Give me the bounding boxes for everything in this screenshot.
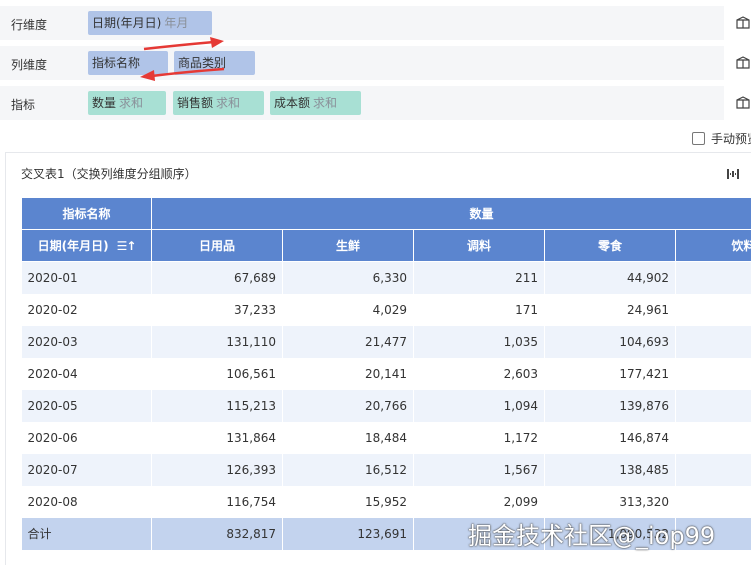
header-category-snacks: 零食 (544, 229, 676, 262)
crosstab-table-wrapper: 指标名称 数量 日期(年月日)☰↑ 日用品 生鲜 调料 零食 饮料 2020-0… (21, 197, 751, 550)
value-cell: 131,864 (151, 421, 283, 454)
metrics-bar: 指标 数量 求和 销售额 求和 成本额 求和 (0, 86, 751, 120)
value-cell: 1,094 (413, 389, 545, 422)
value-cell: 16,512 (282, 453, 414, 486)
row-date-cell: 2020-01 (21, 261, 152, 294)
header-corner-metric-name: 指标名称 (21, 197, 152, 230)
dimension-settings-icon[interactable] (736, 16, 750, 30)
table-row: 2020-08 116,754 15,952 2,099 313,320 (21, 485, 751, 518)
value-cell: 20,141 (282, 357, 414, 390)
metric-field-quantity[interactable]: 数量 求和 (88, 91, 166, 115)
value-cell: 115,213 (151, 389, 283, 422)
value-cell: 2,603 (413, 357, 545, 390)
value-cell: 1,567 (413, 453, 545, 486)
table-body: 2020-01 67,689 6,330 211 44,902 2020-02 37,233… (21, 261, 751, 550)
total-value-cell: 832,817 (151, 517, 283, 550)
row-date-cell: 2020-06 (21, 421, 152, 454)
value-cell: 20,766 (282, 389, 414, 422)
value-cell: 126,393 (151, 453, 283, 486)
header-category-daily: 日用品 (151, 229, 283, 262)
value-cell: 131,110 (151, 325, 283, 358)
value-cell: 67,689 (151, 261, 283, 294)
value-cell: 139,876 (544, 389, 676, 422)
row-date-cell: 2020-08 (21, 485, 152, 518)
checkbox-icon[interactable] (692, 132, 705, 145)
crosstab-table: 指标名称 数量 日期(年月日)☰↑ 日用品 生鲜 调料 零食 饮料 2020-0… (21, 197, 751, 550)
table-row: 2020-04 106,561 20,141 2,603 177,421 (21, 357, 751, 390)
column-settings-icon[interactable] (726, 167, 740, 181)
column-dimension-label: 列维度 (11, 58, 48, 72)
row-date-cell: 2020-05 (21, 389, 152, 422)
total-value-cell: 123,691 (282, 517, 414, 550)
table-row: 2020-03 131,110 21,477 1,035 104,693 (21, 325, 751, 358)
table-row: 2020-07 126,393 16,512 1,567 138,485 (21, 453, 751, 486)
sort-icon[interactable]: ☰↑ (117, 239, 137, 253)
value-cell: 2,099 (413, 485, 545, 518)
value-cell: 21,477 (282, 325, 414, 358)
value-cell: 1,172 (413, 421, 545, 454)
table-row: 2020-01 67,689 6,330 211 44,902 (21, 261, 751, 294)
value-cell: 104,693 (544, 325, 676, 358)
table-row: 2020-06 131,864 18,484 1,172 146,874 (21, 421, 751, 454)
row-date-cell: 2020-03 (21, 325, 152, 358)
value-cell: 171 (413, 293, 545, 326)
value-cell: 4,029 (282, 293, 414, 326)
value-cell: 106,561 (151, 357, 283, 390)
table-row: 2020-02 37,233 4,029 171 24,961 (21, 293, 751, 326)
value-cell (675, 357, 751, 390)
annotation-arrow-right-icon (143, 37, 224, 51)
row-dimension-bar: 行维度 日期(年月日) 年月 (0, 6, 751, 40)
total-label: 合计 (21, 517, 152, 550)
value-cell: 37,233 (151, 293, 283, 326)
panel-title: 交叉表1（交换列维度分组顺序） (21, 167, 197, 181)
value-cell: 116,754 (151, 485, 283, 518)
header-category-fresh: 生鲜 (282, 229, 414, 262)
value-cell: 146,874 (544, 421, 676, 454)
value-cell: 138,485 (544, 453, 676, 486)
annotation-arrow-left-icon (140, 67, 225, 81)
row-date-cell: 2020-07 (21, 453, 152, 486)
value-cell (675, 293, 751, 326)
value-cell (675, 325, 751, 358)
value-cell: 18,484 (282, 421, 414, 454)
manual-preview-toggle[interactable]: 手动预览 (692, 130, 751, 147)
header-category-drinks: 饮料 (674, 229, 751, 262)
row-dimension-label: 行维度 (11, 18, 48, 32)
value-cell: 44,902 (544, 261, 676, 294)
value-cell (675, 389, 751, 422)
value-cell (675, 453, 751, 486)
value-cell: 15,952 (282, 485, 414, 518)
value-cell: 24,961 (544, 293, 676, 326)
value-cell: 177,421 (544, 357, 676, 390)
value-cell: 1,035 (413, 325, 545, 358)
value-cell (675, 421, 751, 454)
dimension-settings-icon[interactable] (736, 96, 750, 110)
header-group-quantity: 数量 (150, 197, 751, 230)
table-row: 2020-05 115,213 20,766 1,094 139,876 (21, 389, 751, 422)
row-date-cell: 2020-02 (21, 293, 152, 326)
crosstab-panel: 交叉表1（交换列维度分组顺序） 指标名称 数量 日期(年月日) ☰↑ 日用品 生… (5, 152, 751, 565)
metrics-label: 指标 (11, 98, 36, 112)
header-category-seasoning: 调料 (413, 229, 545, 262)
row-date-cell: 2020-04 (21, 357, 152, 390)
value-cell: 6,330 (282, 261, 414, 294)
row-field-date[interactable]: 日期(年月日) 年月 (88, 11, 212, 35)
value-cell (675, 485, 751, 518)
metric-field-sales[interactable]: 销售额 求和 (173, 91, 264, 115)
value-cell: 211 (413, 261, 545, 294)
value-cell (675, 261, 751, 294)
column-dimension-bar: 列维度 指标名称 商品类别 (0, 46, 751, 80)
header-date-column[interactable]: 日期(年月日) ☰↑ (21, 229, 152, 262)
value-cell: 313,320 (544, 485, 676, 518)
watermark: 掘金技术社区@_iop99 (468, 522, 716, 550)
metric-field-cost[interactable]: 成本额 求和 (270, 91, 361, 115)
dimension-settings-icon[interactable] (736, 56, 750, 70)
